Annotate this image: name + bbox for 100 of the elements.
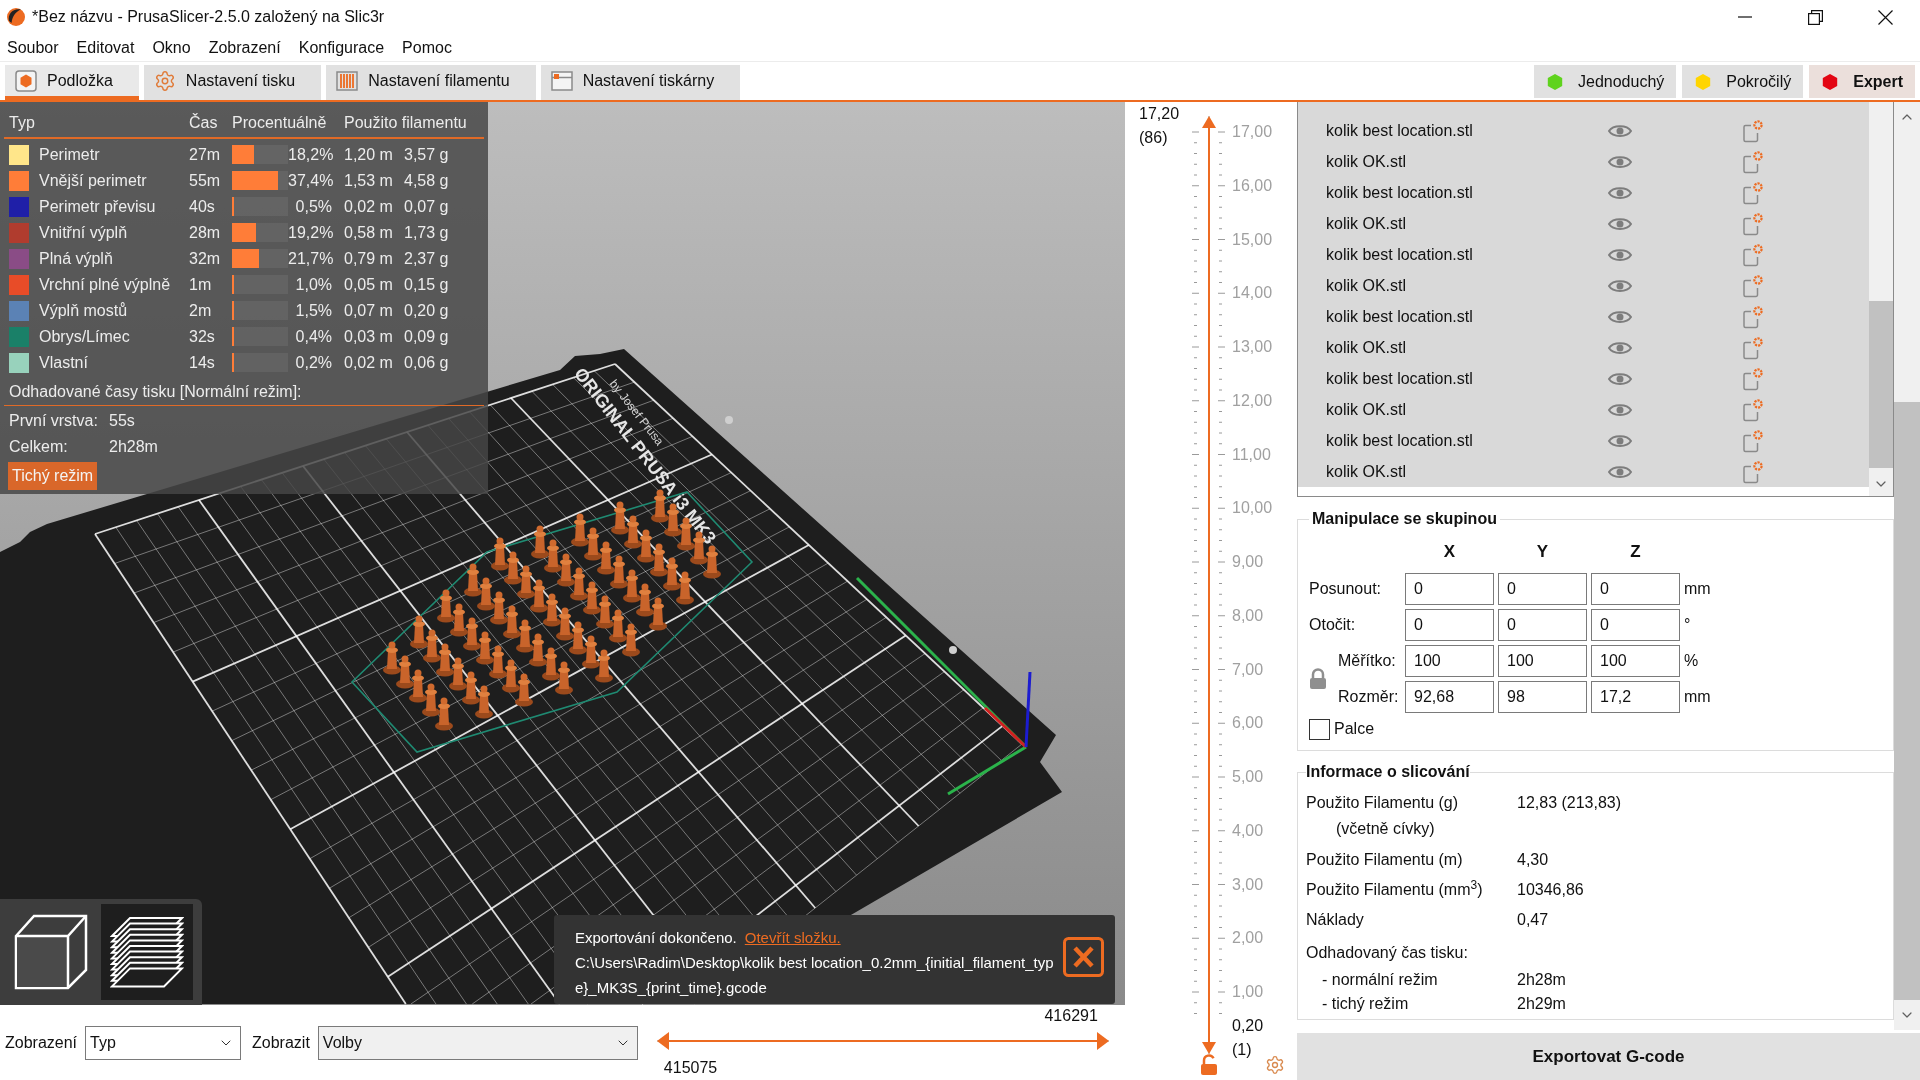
legend-percent: 19,2% xyxy=(288,222,332,243)
estimate-value: 2h28m xyxy=(109,437,158,457)
info-value: 12,83 (213,83) xyxy=(1517,793,1622,813)
tick-label: 2,00 xyxy=(1232,928,1265,949)
info-label: Náklady xyxy=(1306,910,1365,930)
object-name: kolik OK.stl xyxy=(1326,213,1407,234)
object-name: kolik best location.stl xyxy=(1326,120,1474,141)
legend-time: 40s xyxy=(189,196,216,217)
legend-weight: 0,15 g xyxy=(404,274,449,295)
legend-percent: 1,0% xyxy=(294,274,332,295)
tick-label: 11,00 xyxy=(1232,444,1272,465)
field-label: Otočit: xyxy=(1309,615,1357,635)
group-title: Informace o slicování xyxy=(1306,762,1470,782)
slider-value-label: 416291 xyxy=(1044,1007,1098,1025)
legend-type: Výplň mostů xyxy=(39,300,129,321)
legend-percent: 37,4% xyxy=(288,170,332,191)
tick-label: 3,00 xyxy=(1232,874,1265,895)
layer-height-label: 0,20 xyxy=(1232,1016,1264,1036)
tick-label: 15,00 xyxy=(1232,229,1273,250)
tick-label: 5,00 xyxy=(1232,767,1265,787)
legend-time: 1m xyxy=(189,274,213,295)
legend-type: Perimetr xyxy=(39,144,101,165)
legend-length: 1,53 m xyxy=(344,170,394,191)
estimate-label: První vrstva: xyxy=(9,411,99,431)
layer-number-label: (86) xyxy=(1139,128,1169,148)
field-label: Rozměr: xyxy=(1338,687,1400,707)
unit-label: mm xyxy=(1684,579,1711,599)
unit-label: ° xyxy=(1684,615,1691,635)
info-label: - normální režim xyxy=(1322,970,1439,990)
legend-percent: 21,7% xyxy=(288,248,332,269)
file-path: C:\Users\Radim\Desktop\kolik best location_0.2mm_{initial_filament_type}_MK3S_{print_time}.gcode xyxy=(575,953,1055,998)
legend-time: 32s xyxy=(189,326,216,347)
legend-time: 27m xyxy=(189,144,222,165)
object-name: kolik best location.stl xyxy=(1326,430,1474,451)
legend-length: 0,79 m xyxy=(344,248,394,269)
legend-weight: 0,09 g xyxy=(404,326,449,347)
legend-type: Vlastní xyxy=(39,352,89,373)
legend-time: 32m xyxy=(189,248,222,269)
tick-label: 4,00 xyxy=(1232,820,1265,841)
column-header: Čas xyxy=(189,112,219,133)
info-label: Odhadovaný čas tisku: xyxy=(1306,943,1468,963)
legend-percent: 0,2% xyxy=(294,352,332,373)
legend-weight: 2,37 g xyxy=(404,248,449,269)
object-name: kolik best location.stl xyxy=(1326,244,1474,265)
column-header: Procentuálně xyxy=(232,113,328,133)
legend-percent: 18,2% xyxy=(288,144,332,165)
layer-number-label: (1) xyxy=(1232,1040,1253,1060)
info-label: - tichý režim xyxy=(1322,994,1410,1014)
legend-weight: 0,07 g xyxy=(404,196,449,217)
info-label: Použito Filamentu (m) xyxy=(1306,850,1464,870)
legend-time: 55m xyxy=(189,170,222,191)
legend-time: 2m xyxy=(189,300,213,321)
layer-height-label: 17,20 xyxy=(1139,104,1180,124)
info-value: 0,47 xyxy=(1517,910,1549,930)
object-name: kolik OK.stl xyxy=(1326,275,1407,296)
checkbox-label: Palce xyxy=(1334,719,1375,739)
legend-type: Vrchní plné výplně xyxy=(39,274,172,295)
info-value: 10346,86 xyxy=(1517,880,1584,900)
legend-type: Plná výplň xyxy=(39,248,114,269)
axis-label: Y xyxy=(1535,541,1550,563)
field-label: Měřítko: xyxy=(1338,651,1397,671)
legend-percent: 0,5% xyxy=(294,196,332,217)
tick-label: 1,00 xyxy=(1232,982,1265,1002)
info-note: (včetně cívky) xyxy=(1336,819,1435,839)
tick-label: 17,00 xyxy=(1232,122,1273,142)
object-name: kolik OK.stl xyxy=(1326,151,1407,172)
object-name: kolik best location.stl xyxy=(1326,306,1474,327)
object-name: kolik best location.stl xyxy=(1326,182,1474,203)
legend-length: 0,02 m xyxy=(344,196,394,217)
window-title: *Bez názvu - PrusaSlicer-2.5.0 založený na Slic3r xyxy=(32,7,385,27)
tick-label: 8,00 xyxy=(1232,605,1265,626)
legend-weight: 0,20 g xyxy=(404,300,449,321)
axis-label: Z xyxy=(1629,541,1642,563)
tick-label: 16,00 xyxy=(1232,175,1273,196)
legend-type: Perimetr převisu xyxy=(39,196,157,217)
view-type-label: Zobrazení xyxy=(5,1032,78,1053)
legend-length: 0,02 m xyxy=(344,352,394,373)
legend-length: 0,07 m xyxy=(344,300,394,321)
info-value: 4,30 xyxy=(1517,850,1549,870)
legend-type: Vnější perimetr xyxy=(39,170,148,191)
estimate-label: Celkem: xyxy=(9,437,69,457)
tick-label: 13,00 xyxy=(1232,337,1273,357)
info-label: Použito Filamentu (g) xyxy=(1306,793,1460,813)
tick-label: 9,00 xyxy=(1232,552,1265,572)
column-header: Typ xyxy=(9,113,36,133)
legend-length: 1,20 m xyxy=(344,144,394,165)
show-label: Zobrazit xyxy=(252,1032,310,1053)
object-name: kolik OK.stl xyxy=(1326,337,1407,358)
estimate-title: Odhadované časy tisku [Normální režim]: xyxy=(9,381,302,402)
legend-percent: 0,4% xyxy=(294,326,332,347)
object-name: kolik OK.stl xyxy=(1326,461,1407,482)
tick-label: 14,00 xyxy=(1232,283,1273,304)
object-name: kolik best location.stl xyxy=(1326,368,1474,389)
axis-label: X xyxy=(1442,541,1457,563)
legend-length: 0,03 m xyxy=(344,326,394,347)
legend-percent: 1,5% xyxy=(294,300,332,321)
legend-length: 0,05 m xyxy=(344,274,394,295)
column-header: Použito filamentu xyxy=(344,113,467,133)
legend-type: Obrys/Límec xyxy=(39,326,131,347)
object-name: kolik OK.stl xyxy=(1326,399,1407,420)
